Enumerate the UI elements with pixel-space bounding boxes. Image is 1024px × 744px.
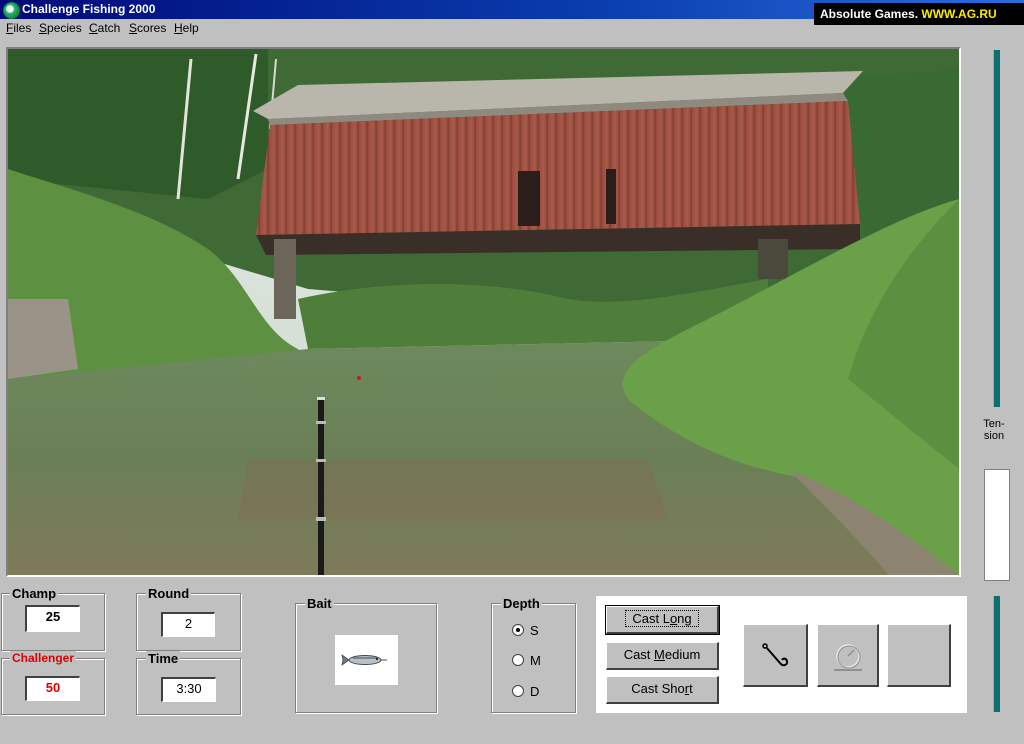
hook-button[interactable] bbox=[743, 624, 808, 687]
cast-medium-text: Cast bbox=[623, 647, 655, 662]
cast-medium-hotkey: M bbox=[654, 647, 665, 662]
menu-bar: Files Species Catch Scores Help bbox=[0, 19, 810, 37]
fishing-scene[interactable] bbox=[8, 49, 959, 575]
rod-guide bbox=[316, 459, 326, 462]
bridge-abutment bbox=[274, 239, 296, 319]
round-value: 2 bbox=[161, 612, 215, 637]
bait-selector[interactable] bbox=[335, 635, 398, 685]
radio-unchecked-icon[interactable] bbox=[512, 654, 524, 666]
tension-upper-bar bbox=[993, 50, 1000, 407]
radio-checked-icon[interactable] bbox=[512, 624, 524, 636]
menu-help[interactable]: Help bbox=[174, 21, 199, 35]
window-title: Challenge Fishing 2000 bbox=[22, 2, 156, 16]
cast-short-text-end: t bbox=[689, 681, 693, 696]
challenger-score: 50 bbox=[25, 676, 80, 701]
depth-label: Depth bbox=[501, 596, 542, 611]
brand-banner: Absolute Games. WWW.AG.RU bbox=[814, 3, 1024, 25]
depth-option-medium[interactable]: M bbox=[512, 653, 541, 668]
cast-long-text: Cast L bbox=[632, 611, 670, 626]
bridge-window bbox=[518, 171, 540, 226]
depth-option-label: S bbox=[530, 623, 539, 638]
bridge-reflection bbox=[238, 459, 668, 519]
brand-url: WWW.AG.RU bbox=[921, 7, 997, 21]
hook-icon bbox=[762, 643, 789, 667]
menu-files[interactable]: Files bbox=[6, 21, 31, 35]
tension-label: Ten- sion bbox=[980, 418, 1008, 442]
tension-meter bbox=[984, 469, 1010, 581]
brand-name: Absolute Games. bbox=[820, 7, 922, 21]
left-trees bbox=[8, 49, 268, 199]
rod-guide bbox=[316, 421, 326, 424]
menu-catch[interactable]: Catch bbox=[89, 21, 120, 35]
depth-option-shallow[interactable]: S bbox=[512, 623, 539, 638]
cast-long-button[interactable]: Cast Long bbox=[605, 605, 720, 635]
champ-score: 25 bbox=[25, 605, 80, 632]
app-icon[interactable] bbox=[3, 2, 20, 19]
cast-short-text: Cast Sho bbox=[631, 681, 685, 696]
menu-species[interactable]: Species bbox=[39, 21, 82, 35]
champ-label: Champ bbox=[10, 586, 59, 601]
reel-button[interactable] bbox=[817, 624, 879, 687]
time-value: 3:30 bbox=[161, 677, 216, 702]
bridge-abutment bbox=[758, 239, 788, 279]
cast-medium-text-end: edium bbox=[664, 647, 701, 662]
tension-lower-bar bbox=[993, 596, 1000, 712]
bait-label: Bait bbox=[305, 596, 334, 611]
menu-scores[interactable]: Scores bbox=[129, 21, 166, 35]
challenger-label: Challenger bbox=[10, 651, 77, 665]
rod-tip bbox=[317, 397, 325, 400]
time-label: Time bbox=[146, 651, 181, 666]
fishing-scene-frame bbox=[6, 47, 961, 577]
rocks bbox=[8, 299, 78, 379]
blank-tool-button[interactable] bbox=[887, 624, 951, 687]
cast-medium-button[interactable]: Cast Medium bbox=[606, 642, 719, 670]
rod-guide bbox=[316, 517, 326, 521]
radio-unchecked-icon[interactable] bbox=[512, 685, 524, 697]
round-label: Round bbox=[146, 586, 192, 601]
minnow-bait-icon bbox=[341, 654, 387, 666]
tension-label-line1: Ten- bbox=[983, 418, 1005, 430]
float-marker bbox=[357, 376, 361, 380]
reel-icon bbox=[834, 644, 862, 671]
depth-option-deep[interactable]: D bbox=[512, 684, 539, 699]
depth-option-label: M bbox=[530, 653, 541, 668]
depth-option-label: D bbox=[530, 684, 540, 699]
cast-short-button[interactable]: Cast Short bbox=[606, 676, 719, 704]
tension-label-line2: sion bbox=[983, 430, 1005, 442]
cast-long-text-end: ng bbox=[677, 611, 692, 626]
bridge-window bbox=[606, 169, 616, 224]
